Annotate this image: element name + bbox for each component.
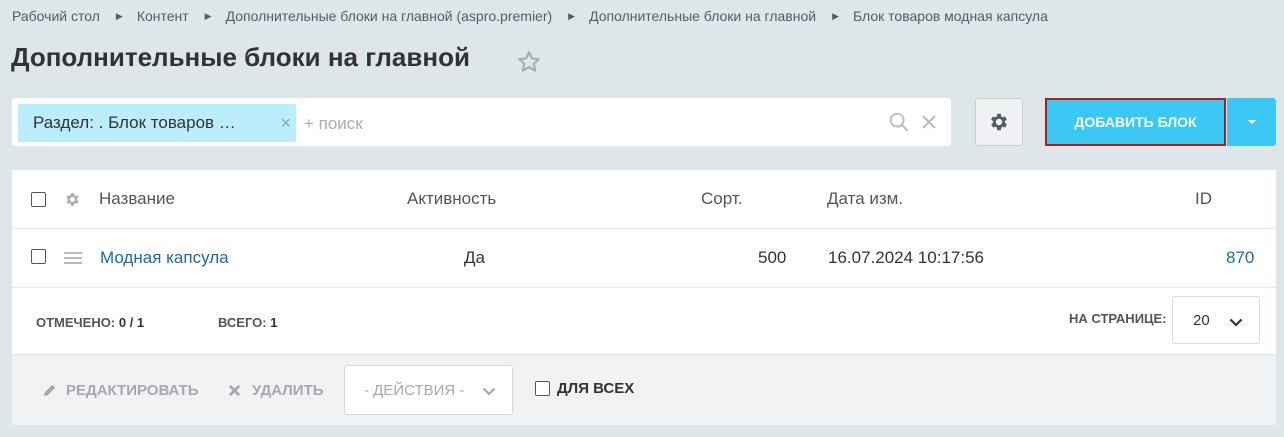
delete-button[interactable]: УДАЛИТЬ <box>227 382 324 399</box>
add-block-button[interactable]: ДОБАВИТЬ БЛОК <box>1045 98 1226 146</box>
filter-chip[interactable]: Раздел: . Блок товаров … × <box>18 104 296 142</box>
select-all-checkbox[interactable] <box>31 192 46 207</box>
row-sort: 500 <box>758 248 787 267</box>
search-input[interactable] <box>302 106 866 142</box>
chevron-right-icon: ▶ <box>568 10 576 21</box>
column-header-name[interactable]: Название <box>99 189 175 209</box>
settings-button[interactable] <box>975 98 1023 146</box>
column-header-date[interactable]: Дата изм. <box>827 189 903 209</box>
edit-button[interactable]: РЕДАКТИРОВАТЬ <box>42 382 199 399</box>
checked-counter: ОТМЕЧЕНО: 0 / 1 <box>36 315 144 330</box>
add-block-label: ДОБАВИТЬ БЛОК <box>1074 114 1197 130</box>
total-value: 1 <box>270 315 278 330</box>
grid-header <box>12 170 1276 229</box>
close-icon[interactable]: × <box>280 114 291 132</box>
breadcrumb-item-content[interactable]: Контент <box>137 8 189 24</box>
pencil-icon <box>43 384 56 397</box>
row-checkbox[interactable] <box>31 249 46 264</box>
gear-icon[interactable] <box>64 191 81 208</box>
row-id-link[interactable]: 870 <box>1226 248 1254 268</box>
page-title: Дополнительные блоки на главной <box>11 42 470 72</box>
actions-select[interactable]: - ДЕЙСТВИЯ - <box>344 365 513 415</box>
chevron-right-icon: ▶ <box>115 10 123 21</box>
breadcrumb: Рабочий стол ▶ Контент ▶ Дополнительные … <box>12 8 1048 24</box>
per-page-value: 20 <box>1193 311 1210 329</box>
action-panel: РЕДАКТИРОВАТЬ УДАЛИТЬ - ДЕЙСТВИЯ - ДЛЯ В… <box>12 355 1276 425</box>
row-name-link[interactable]: Модная капсула <box>100 248 229 268</box>
caret-down-icon <box>1247 120 1256 124</box>
column-header-id[interactable]: ID <box>1195 189 1212 209</box>
checked-label: ОТМЕЧЕНО: <box>36 315 116 330</box>
for-all-checkbox[interactable] <box>535 381 550 396</box>
breadcrumb-item-section[interactable]: Блок товаров модная капсула <box>853 8 1048 24</box>
per-page-label: НА СТРАНИЦЕ: <box>1069 311 1167 326</box>
search-icon[interactable] <box>888 111 910 133</box>
clear-icon[interactable] <box>919 112 939 132</box>
total-label: ВСЕГО: <box>218 315 267 330</box>
row-active: Да <box>464 248 485 267</box>
drag-handle-icon[interactable] <box>64 251 82 265</box>
checked-value: 0 / 1 <box>118 315 145 330</box>
filter-chip-label: Раздел: . Блок товаров … <box>33 113 236 132</box>
column-header-active[interactable]: Активность <box>407 189 496 209</box>
for-all-label: ДЛЯ ВСЕХ <box>557 380 635 397</box>
row-date: 16.07.2024 10:17:56 <box>828 248 984 267</box>
breadcrumb-item-module[interactable]: Дополнительные блоки на главной (aspro.p… <box>226 8 553 24</box>
gear-icon <box>991 113 1007 131</box>
close-icon <box>228 384 241 397</box>
filter-search-bar: Раздел: . Блок товаров … × <box>12 98 951 146</box>
per-page-select[interactable]: 20 <box>1172 296 1260 344</box>
chevron-down-icon <box>1229 318 1243 327</box>
column-header-sort[interactable]: Сорт. <box>701 189 742 209</box>
for-all-toggle[interactable]: ДЛЯ ВСЕХ <box>535 380 634 397</box>
total-counter: ВСЕГО: 1 <box>218 315 277 330</box>
chevron-down-icon <box>482 387 496 396</box>
edit-label: РЕДАКТИРОВАТЬ <box>66 382 199 399</box>
actions-select-label: - ДЕЙСТВИЯ - <box>364 381 465 399</box>
breadcrumb-item-iblock[interactable]: Дополнительные блоки на главной <box>589 8 816 24</box>
star-icon[interactable] <box>516 49 542 75</box>
add-dropdown-button[interactable] <box>1227 98 1276 146</box>
chevron-right-icon: ▶ <box>832 10 840 21</box>
chevron-right-icon: ▶ <box>204 10 212 21</box>
breadcrumb-item-desktop[interactable]: Рабочий стол <box>12 8 100 24</box>
data-grid: Название Активность Сорт. Дата изм. ID М… <box>12 170 1276 354</box>
delete-label: УДАЛИТЬ <box>252 382 324 399</box>
